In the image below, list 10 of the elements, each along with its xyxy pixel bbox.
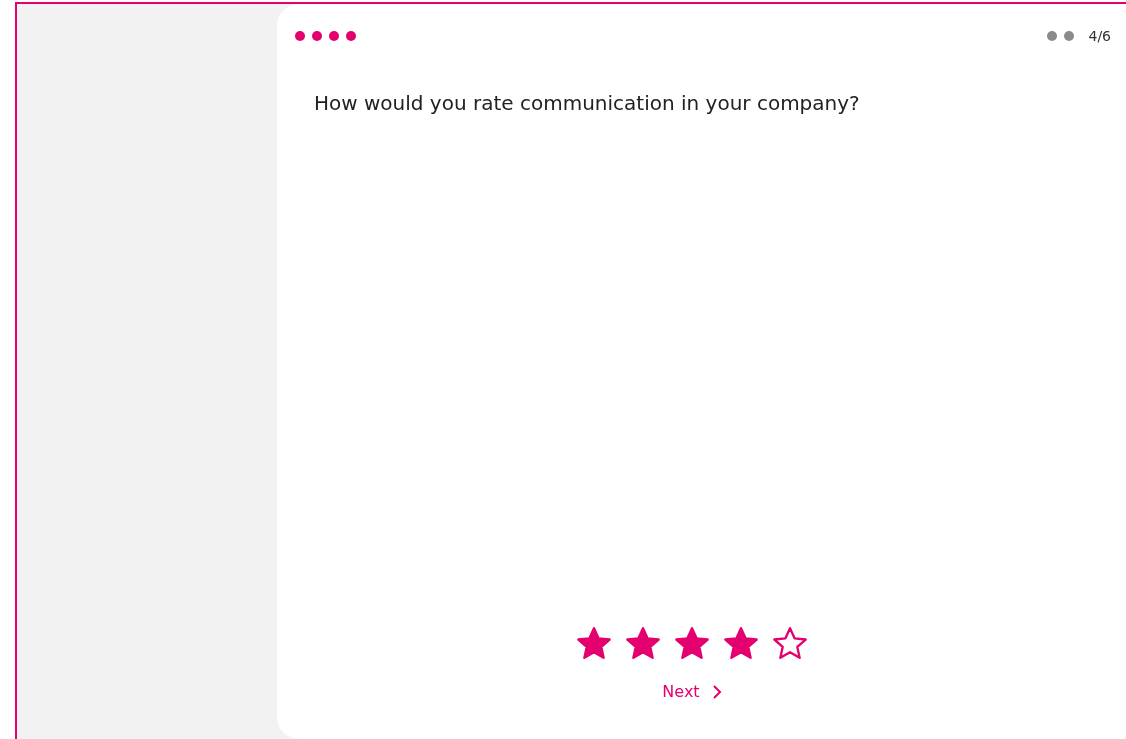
star-rating[interactable]	[576, 626, 808, 660]
question-text: How would you rate communication in your company?	[313, 90, 861, 115]
star-icon[interactable]	[625, 626, 661, 660]
star-icon[interactable]	[576, 626, 612, 660]
star-icon[interactable]	[674, 626, 710, 660]
progress-counter: 4/6	[1088, 28, 1111, 44]
next-button[interactable]: Next	[658, 680, 726, 703]
chevron-right-icon	[711, 683, 722, 700]
star-icon[interactable]	[772, 626, 808, 660]
star-icon[interactable]	[723, 626, 759, 660]
